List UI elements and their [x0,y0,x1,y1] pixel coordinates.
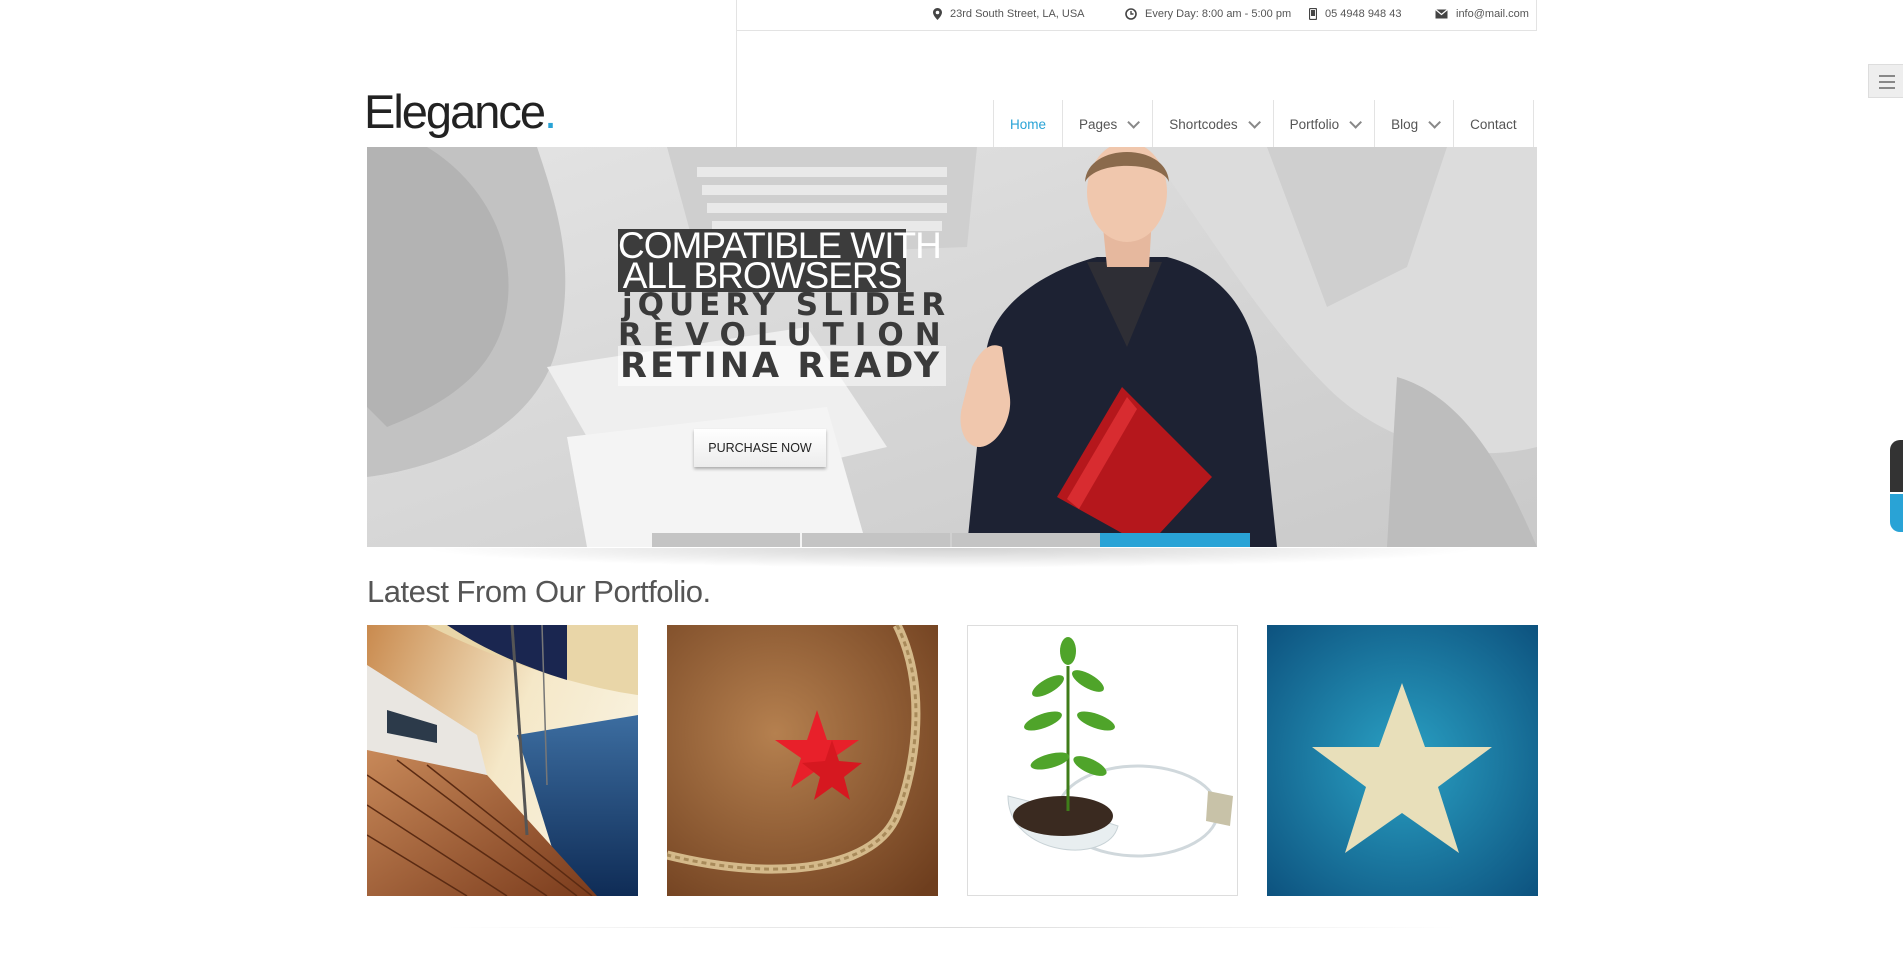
main-nav: Home Pages Shortcodes Portfolio Blog Con… [993,100,1534,149]
portfolio-item-starfish[interactable] [667,625,938,896]
top-info-bar: 23rd South Street, LA, USA Every Day: 8:… [736,0,1537,31]
logo-dot: . [544,85,557,138]
nav-item-pages[interactable]: Pages [1062,100,1152,148]
chevron-down-icon [1428,115,1442,129]
portfolio-item-star-flag[interactable] [1267,625,1538,896]
nav-label-blog: Blog [1391,116,1419,132]
nav-item-shortcodes[interactable]: Shortcodes [1152,100,1272,148]
portfolio-title: Latest From Our Portfolio. [367,574,711,609]
nav-item-blog[interactable]: Blog [1374,100,1453,148]
switcher-dark-swatch [1890,440,1903,492]
logo-text: Elegance [364,85,546,138]
site-logo[interactable]: Elegance. [364,85,557,138]
hours-text: Every Day: 8:00 am - 5:00 pm [1145,8,1292,20]
portfolio-item-sailboat[interactable] [367,625,638,896]
address-info: 23rd South Street, LA, USA [933,8,1085,20]
side-menu-toggle[interactable] [1868,64,1903,98]
nav-label-portfolio: Portfolio [1289,116,1340,132]
nav-label-contact: Contact [1470,116,1517,132]
slide-background-image [367,147,1537,547]
slider-bullet-2[interactable] [802,533,950,547]
sailboat-image [367,625,638,896]
email-link[interactable]: info@mail.com [1456,8,1529,20]
plant-bulb-image [968,626,1237,895]
hamburger-icon-line [1879,87,1895,89]
hamburger-icon [1879,75,1895,77]
hours-info: Every Day: 8:00 am - 5:00 pm [1125,8,1291,20]
style-switcher-tab[interactable] [1890,440,1903,532]
chevron-down-icon [1127,115,1141,129]
nav-label-home: Home [1010,116,1047,132]
purchase-now-button[interactable]: PURCHASE NOW [694,429,826,467]
nav-item-portfolio[interactable]: Portfolio [1272,100,1375,148]
nav-item-home[interactable]: Home [993,100,1062,148]
nav-item-contact[interactable]: Contact [1453,100,1534,148]
slider-bullet-4-active[interactable] [1100,533,1250,547]
slider-bullet-3[interactable] [952,533,1100,547]
address-text: 23rd South Street, LA, USA [950,8,1085,20]
envelope-icon [1435,9,1448,19]
switcher-accent-swatch [1890,494,1903,532]
nav-label-shortcodes: Shortcodes [1169,116,1238,132]
portfolio-item-plant-bulb[interactable] [967,625,1238,896]
starfish-image [667,625,938,896]
phone-info: 05 4948 948 43 [1309,8,1401,20]
chevron-down-icon [1247,115,1261,129]
nav-label-pages: Pages [1079,116,1118,132]
map-pin-icon [933,8,942,20]
clock-icon [1125,8,1137,20]
email-info[interactable]: info@mail.com [1435,8,1529,20]
star-flag-image [1267,625,1538,896]
section-divider [447,927,1457,928]
header-divider [736,31,737,147]
slider-bullet-1[interactable] [652,533,800,547]
phone-icon [1309,8,1317,20]
chevron-down-icon [1349,115,1363,129]
slider-shadow [420,548,1484,568]
hero-slider[interactable]: COMPATIBLE WITH ALL BROWSERS jQUERY SLID… [367,147,1537,547]
phone-text: 05 4948 948 43 [1325,8,1402,20]
hamburger-icon-line [1879,81,1895,83]
caption-line-5: RETINA READY [618,346,947,386]
